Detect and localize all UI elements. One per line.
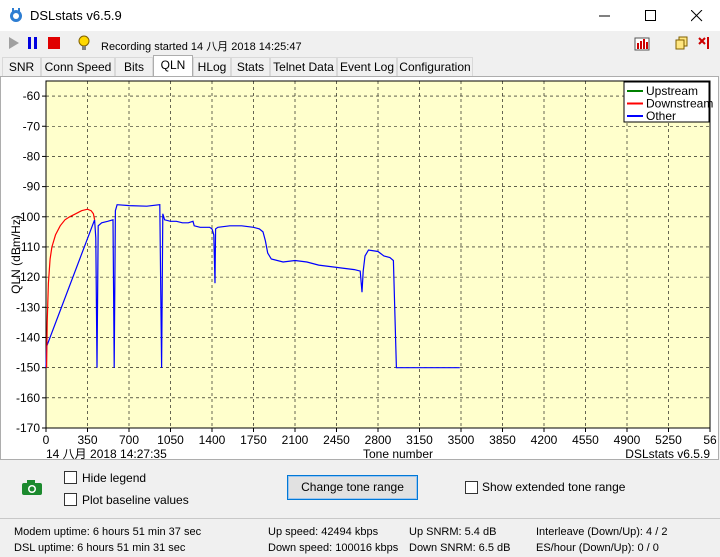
legend-label-other: Other <box>646 109 676 123</box>
chart-timestamp: 14 八月 2018 14:27:35 <box>46 447 167 460</box>
y-tick-label: -60 <box>23 89 41 103</box>
tab-bits[interactable]: Bits <box>115 57 153 76</box>
x-tick-label: 700 <box>119 433 139 447</box>
down-snrm: Down SNRM: 6.5 dB <box>409 542 511 554</box>
x-axis-label: Tone number <box>363 447 433 460</box>
show-extended-checkbox[interactable] <box>465 481 478 494</box>
play-icon[interactable] <box>6 35 22 51</box>
close-button[interactable] <box>674 0 720 31</box>
x-tick-label: 3500 <box>448 433 475 447</box>
y-tick-label: -140 <box>16 330 40 344</box>
qln-chart: 0 350 700 1050 1400 1750 2100 2450 2800 3150 3500 3… <box>9 80 717 460</box>
es-hour: ES/hour (Down/Up): 0 / 0 <box>536 542 659 554</box>
title-bar: DSLstats v6.5.9 <box>0 0 720 31</box>
x-tick-label: 5250 <box>655 433 682 447</box>
close-icon <box>691 10 703 22</box>
x-tick-label: 4900 <box>614 433 641 447</box>
x-tick-label: 350 <box>77 433 97 447</box>
x-tick-label: 4550 <box>572 433 599 447</box>
app-icon <box>10 8 22 22</box>
bulb-icon[interactable] <box>76 35 92 51</box>
tab-stats[interactable]: Stats <box>231 57 270 76</box>
x-tick-label: 2100 <box>282 433 309 447</box>
y-tick-label: -150 <box>16 361 40 375</box>
x-tick-label: 3150 <box>406 433 433 447</box>
up-snrm: Up SNRM: 5.4 dB <box>409 526 497 538</box>
down-speed: Down speed: 100016 kbps <box>268 542 399 554</box>
x-tick-label: 2800 <box>365 433 392 447</box>
y-tick-label: -160 <box>16 391 40 405</box>
camera-icon[interactable] <box>21 479 43 496</box>
y-axis-label: QLN (dBm/Hz) <box>9 215 23 294</box>
change-tone-range-button[interactable]: Change tone range <box>287 475 418 500</box>
y-tick-label: -130 <box>16 300 40 314</box>
chart-watermark: DSLstats v6.5.9 <box>625 447 710 460</box>
modem-uptime: Modem uptime: 6 hours 51 min 37 sec <box>14 526 202 538</box>
chart-icon[interactable] <box>634 35 650 51</box>
up-speed: Up speed: 42494 kbps <box>268 526 379 538</box>
tab-hlog[interactable]: HLog <box>193 57 231 76</box>
x-tick-label: 1050 <box>157 433 184 447</box>
minimize-button[interactable] <box>582 0 628 31</box>
tab-conn-speed[interactable]: Conn Speed <box>41 57 115 76</box>
y-tick-label: -80 <box>23 149 41 163</box>
maximize-button[interactable] <box>628 0 674 31</box>
x-tick-label: 3850 <box>489 433 516 447</box>
tab-strip: SNR Conn Speed Bits QLN HLog Stats Telnet Data… <box>0 55 720 77</box>
tab-event-log[interactable]: Event Log <box>337 57 397 76</box>
toolbar: Recording started 14 八月 2018 14:25:47 <box>0 31 720 55</box>
x-tick-label: 56 <box>703 433 717 447</box>
y-tick-label: -90 <box>23 180 41 194</box>
tab-snr[interactable]: SNR <box>2 57 41 76</box>
interleave: Interleave (Down/Up): 4 / 2 <box>536 526 668 538</box>
maximize-icon <box>645 10 656 21</box>
copy-icon[interactable] <box>674 35 690 51</box>
x-tick-label: 2450 <box>323 433 350 447</box>
recording-status: Recording started 14 八月 2018 14:25:47 <box>101 41 302 53</box>
status-separator <box>0 518 720 519</box>
x-tick-label: 4200 <box>531 433 558 447</box>
x-tick-label: 0 <box>43 433 50 447</box>
pin-icon[interactable] <box>696 35 712 51</box>
x-tick-label: 1400 <box>199 433 226 447</box>
tab-qln[interactable]: QLN <box>153 55 193 77</box>
tab-configuration[interactable]: Configuration <box>397 57 473 76</box>
show-extended-label: Show extended tone range <box>482 480 626 494</box>
plot-baseline-label: Plot baseline values <box>82 493 189 507</box>
minimize-icon <box>599 15 610 17</box>
y-tick-label: -170 <box>16 421 40 435</box>
stop-icon[interactable] <box>46 35 62 51</box>
window-title: DSLstats v6.5.9 <box>30 8 122 23</box>
y-tick-label: -70 <box>23 119 41 133</box>
x-tick-label: 1750 <box>240 433 267 447</box>
hide-legend-label: Hide legend <box>82 471 147 485</box>
dsl-uptime: DSL uptime: 6 hours 51 min 31 sec <box>14 542 186 554</box>
tab-telnet-data[interactable]: Telnet Data <box>270 57 337 76</box>
plot-baseline-checkbox[interactable] <box>64 493 77 506</box>
pause-icon[interactable] <box>25 35 41 51</box>
hide-legend-checkbox[interactable] <box>64 471 77 484</box>
